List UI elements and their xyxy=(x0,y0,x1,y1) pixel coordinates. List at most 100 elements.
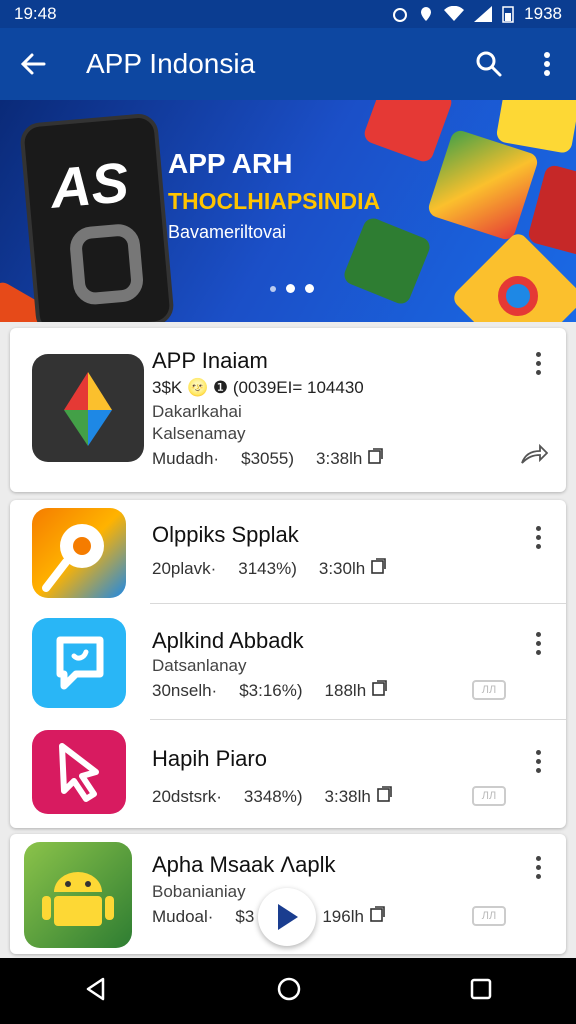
share-icon xyxy=(521,443,549,464)
nav-home-button[interactable] xyxy=(276,976,302,1007)
more-options-button[interactable] xyxy=(528,348,548,378)
system-nav-bar xyxy=(0,958,576,1024)
install-badge[interactable]: ЛЛ xyxy=(472,786,506,806)
alarm-icon xyxy=(393,8,408,22)
featured-app-card[interactable]: APP Inaiam 3$K 🌝 ❶ (0039EI= 104430 Dakar… xyxy=(10,328,566,492)
search-button[interactable] xyxy=(460,28,518,100)
status-right-text: 1938 xyxy=(524,4,562,23)
app-icon[interactable] xyxy=(32,730,126,814)
decor-tile xyxy=(498,276,538,316)
copy-icon xyxy=(369,906,385,922)
search-icon xyxy=(476,51,502,77)
meta-price: $3:16%) xyxy=(239,680,303,700)
meta-downloads: Mudadh· xyxy=(152,448,220,468)
more-options-button[interactable] xyxy=(528,522,548,552)
phone-mockup: AS xyxy=(19,112,175,322)
overflow-menu-button[interactable] xyxy=(518,28,576,100)
banner-title: APP ARH xyxy=(168,148,293,179)
arrow-left-icon xyxy=(20,53,46,75)
app-meta: 20dstsrk· 3348%) 3:38lh xyxy=(152,786,392,807)
pin-icon xyxy=(42,524,104,592)
app-developer: Datsanlanay xyxy=(152,656,247,675)
list-item[interactable]: Olppiks Spplak 20plavk· 3143%) 3:30lh xyxy=(10,500,566,604)
android-icon xyxy=(42,872,114,926)
meta-downloads: 20dstsrk· xyxy=(152,786,222,806)
list-item[interactable]: Aplkind Abbadk Datsanlanay 30nselh· $3:1… xyxy=(10,604,566,720)
play-icon xyxy=(278,904,298,930)
featured-app-stats: 3$K 🌝 ❶ (0039EI= 104430 xyxy=(152,378,364,397)
copy-icon xyxy=(372,680,387,696)
meta-time: 3:30lh xyxy=(319,558,386,579)
meta-downloads: 30nselh· xyxy=(152,680,218,700)
back-button[interactable] xyxy=(0,28,66,100)
banner-logo-mark xyxy=(68,222,145,307)
more-options-button[interactable] xyxy=(528,628,548,658)
app-icon[interactable] xyxy=(32,508,126,598)
signal-icon xyxy=(474,6,493,22)
cursor-arrow-icon xyxy=(59,743,99,802)
square-recents-icon xyxy=(470,978,491,999)
decor-tile xyxy=(361,100,455,165)
meta-time: 3:38lh xyxy=(325,786,392,807)
carousel-dot[interactable] xyxy=(270,286,276,292)
install-badge[interactable]: ЛЛ xyxy=(472,906,506,926)
meta-price: $3055) xyxy=(241,448,295,468)
meta-price: 3143%) xyxy=(238,558,297,578)
copy-icon xyxy=(376,786,392,802)
featured-app-developer: Dakarlkahai xyxy=(152,402,242,421)
featured-app-category: Kalsenamay xyxy=(152,424,246,443)
promo-banner[interactable]: AS APP ARH THOCLHIAPSINDIA Bavameriltova… xyxy=(0,100,576,322)
list-item[interactable]: Hapih Piaro 20dstsrk· 3348%) 3:38lh ЛЛ xyxy=(10,720,566,828)
carousel-dot-active[interactable] xyxy=(286,284,295,293)
colorful-diamond-icon xyxy=(64,372,112,446)
app-bar: APP Indonsia xyxy=(0,28,576,100)
location-icon xyxy=(421,7,432,21)
featured-app-name: APP Inaiam xyxy=(152,348,268,373)
status-time: 19:48 xyxy=(14,4,57,23)
more-vert-icon xyxy=(544,52,550,76)
app-name: Apha Msaak Λaplk xyxy=(152,852,336,877)
meta-downloads: Mudoal· xyxy=(152,906,214,926)
nav-recents-button[interactable] xyxy=(469,977,493,1006)
meta-price: 3348%) xyxy=(243,786,303,806)
share-button[interactable] xyxy=(520,443,549,470)
app-meta: 20plavk· 3143%) 3:30lh xyxy=(152,558,386,579)
status-icons: 1938 xyxy=(392,4,562,24)
banner-subtitle: THOCLHIAPSINDIA xyxy=(168,188,381,214)
install-badge[interactable]: ЛЛ xyxy=(472,680,506,700)
meta-downloads: 20plavk· xyxy=(152,558,217,578)
more-options-button[interactable] xyxy=(528,852,548,882)
copy-icon xyxy=(371,558,386,574)
app-name: Olppiks Spplak xyxy=(152,522,299,547)
page-title: APP Indonsia xyxy=(86,48,256,79)
app-name: Aplkind Abbadk xyxy=(152,628,304,653)
decor-tile xyxy=(341,215,433,307)
meta-price: $3 xyxy=(235,906,255,926)
meta-time: 188lh xyxy=(325,680,387,701)
battery-icon xyxy=(502,6,514,23)
banner-logo: AS xyxy=(47,150,131,220)
app-name: Hapih Piaro xyxy=(152,746,267,771)
decor-tile xyxy=(526,163,576,257)
featured-app-meta: Mudadh· $3055) 3:38lh xyxy=(152,448,383,469)
chat-bubble-icon xyxy=(56,636,104,690)
app-icon[interactable] xyxy=(32,354,144,462)
copy-icon xyxy=(368,448,383,464)
nav-back-button[interactable] xyxy=(83,976,109,1007)
carousel-dot[interactable] xyxy=(305,284,314,293)
status-bar: 19:48 1938 xyxy=(0,0,576,28)
more-options-button[interactable] xyxy=(528,746,548,776)
banner-caption: Bavameriltovai xyxy=(168,222,287,242)
app-developer: Bobanianiay xyxy=(152,882,246,901)
wifi-icon xyxy=(444,6,465,21)
app-icon[interactable] xyxy=(32,618,126,708)
circle-home-icon xyxy=(277,977,301,1000)
carousel-indicator[interactable] xyxy=(270,284,314,293)
app-list: Olppiks Spplak 20plavk· 3143%) 3:30lh Ap… xyxy=(10,500,566,828)
play-button[interactable] xyxy=(258,888,316,946)
meta-time: 196lh xyxy=(322,906,385,927)
meta-time: 3:38lh xyxy=(316,448,383,469)
app-meta: 30nselh· $3:16%) 188lh xyxy=(152,680,387,701)
app-icon[interactable] xyxy=(24,842,132,948)
triangle-back-icon xyxy=(87,977,105,1000)
